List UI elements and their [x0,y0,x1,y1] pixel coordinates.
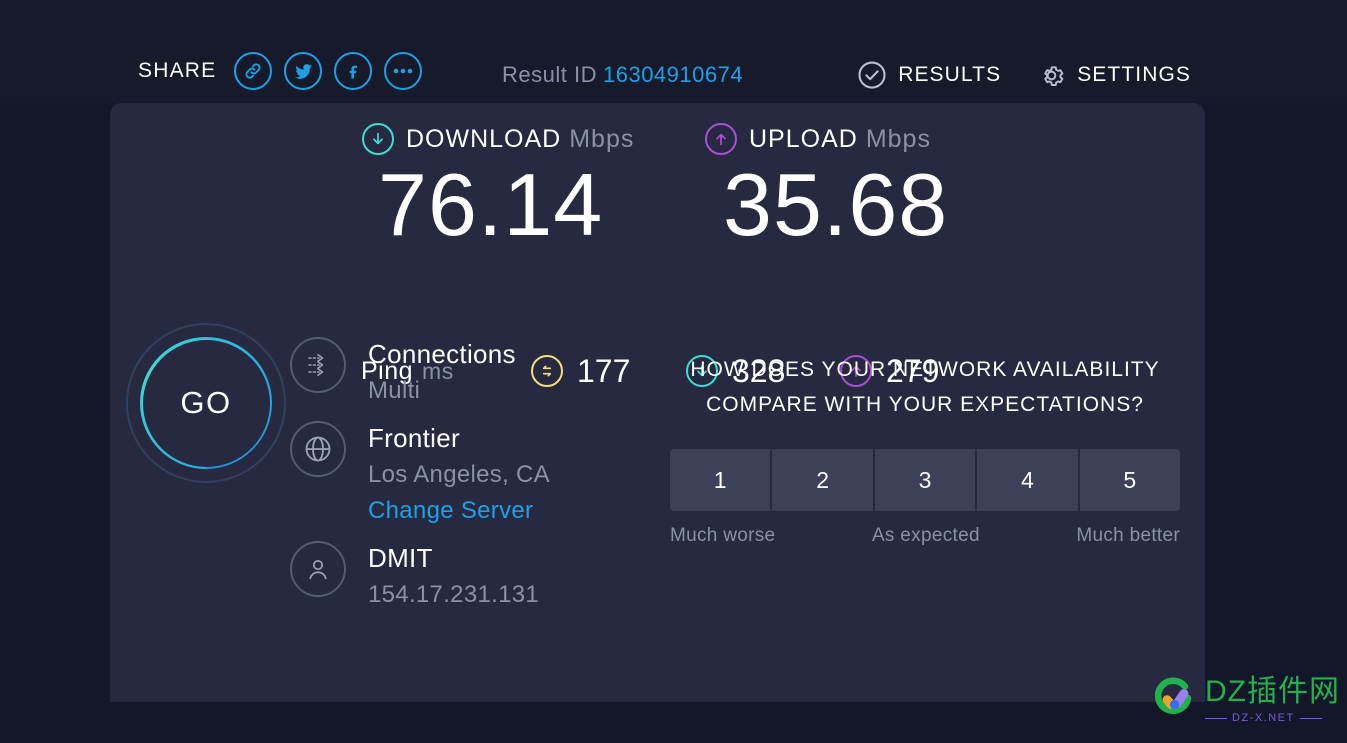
survey-scale-labels: Much worse As expected Much better [670,525,1180,547]
results-label: RESULTS [898,63,1002,86]
gear-icon [1037,61,1066,90]
account-name: DMIT [368,543,433,573]
ip-address: 154.17.231.131 [368,581,540,608]
download-value: 76.14 [378,155,604,254]
survey-rating-row: 1 2 3 4 5 [670,449,1180,512]
isp-name: Frontier [368,423,460,453]
result-id-value[interactable]: 16304910674 [603,62,743,87]
more-options-icon[interactable] [384,52,423,90]
site-watermark: DZ插件网 DZ-X.NET [1152,676,1340,725]
result-id-label: Result ID [502,62,597,87]
rating-button-2[interactable]: 2 [772,449,873,512]
share-group: SHARE [138,52,423,90]
upload-title: UPLOAD Mbps [749,124,931,153]
check-circle-icon [857,60,887,90]
user-icon [290,541,346,597]
survey-question: HOW DOES YOUR NETWORK AVAILABILITY COMPA… [690,358,1160,416]
facebook-icon[interactable] [334,52,373,90]
scale-label-high: Much better [1076,525,1180,547]
results-button[interactable]: RESULTS [857,60,1001,90]
header-actions: RESULTS SETTINGS [857,60,1191,90]
network-survey: HOW DOES YOUR NETWORK AVAILABILITY COMPA… [670,353,1180,547]
speedtest-result-panel: DOWNLOAD Mbps 76.14 UPLOAD Mbps 35.68 Ping… [110,103,1205,702]
twitter-icon[interactable] [284,52,323,90]
go-button[interactable]: GO [140,337,272,469]
multi-connections-icon [290,337,346,393]
globe-icon [290,421,346,477]
rating-button-4[interactable]: 4 [977,449,1078,512]
scale-label-low: Much worse [670,525,776,547]
watermark-logo-icon [1152,676,1196,725]
connections-title: Connections [368,339,516,369]
rating-button-3[interactable]: 3 [874,449,976,512]
settings-button[interactable]: SETTINGS [1037,61,1191,90]
go-button-ring: GO [126,323,286,483]
settings-label: SETTINGS [1077,63,1191,86]
change-server-link[interactable]: Change Server [368,497,550,525]
download-title: DOWNLOAD Mbps [406,124,635,153]
connection-info-list: Connections Multi Frontier Los Angeles, … [290,335,550,623]
rating-button-1[interactable]: 1 [670,449,771,512]
result-id: Result ID 16304910674 [502,62,743,88]
watermark-subtitle: DZ-X.NET [1205,712,1340,724]
info-row-connections: Connections Multi [290,335,550,405]
watermark-text: DZ插件网 DZ-X.NET [1205,677,1340,724]
info-row-account: DMIT 154.17.231.131 [290,539,550,609]
scale-label-mid: As expected [871,525,980,547]
watermark-title: DZ插件网 [1205,675,1340,708]
upload-arrow-icon [705,123,737,155]
info-row-isp: Frontier Los Angeles, CA Change Server [290,419,550,525]
share-label: SHARE [138,59,217,82]
ping-idle-value: 177 [577,352,631,389]
go-button-label: GO [180,385,232,420]
upload-value: 35.68 [723,155,949,254]
connections-value: Multi [368,377,421,404]
upload-result: UPLOAD Mbps 35.68 [705,123,995,251]
link-icon[interactable] [234,52,273,90]
download-arrow-icon [362,123,394,155]
download-result: DOWNLOAD Mbps 76.14 [360,123,650,251]
rating-button-5[interactable]: 5 [1079,449,1180,512]
app-header: SHARE Result ID 16304910674 RESULTS SETT… [0,0,1347,103]
server-location: Los Angeles, CA [368,461,550,488]
